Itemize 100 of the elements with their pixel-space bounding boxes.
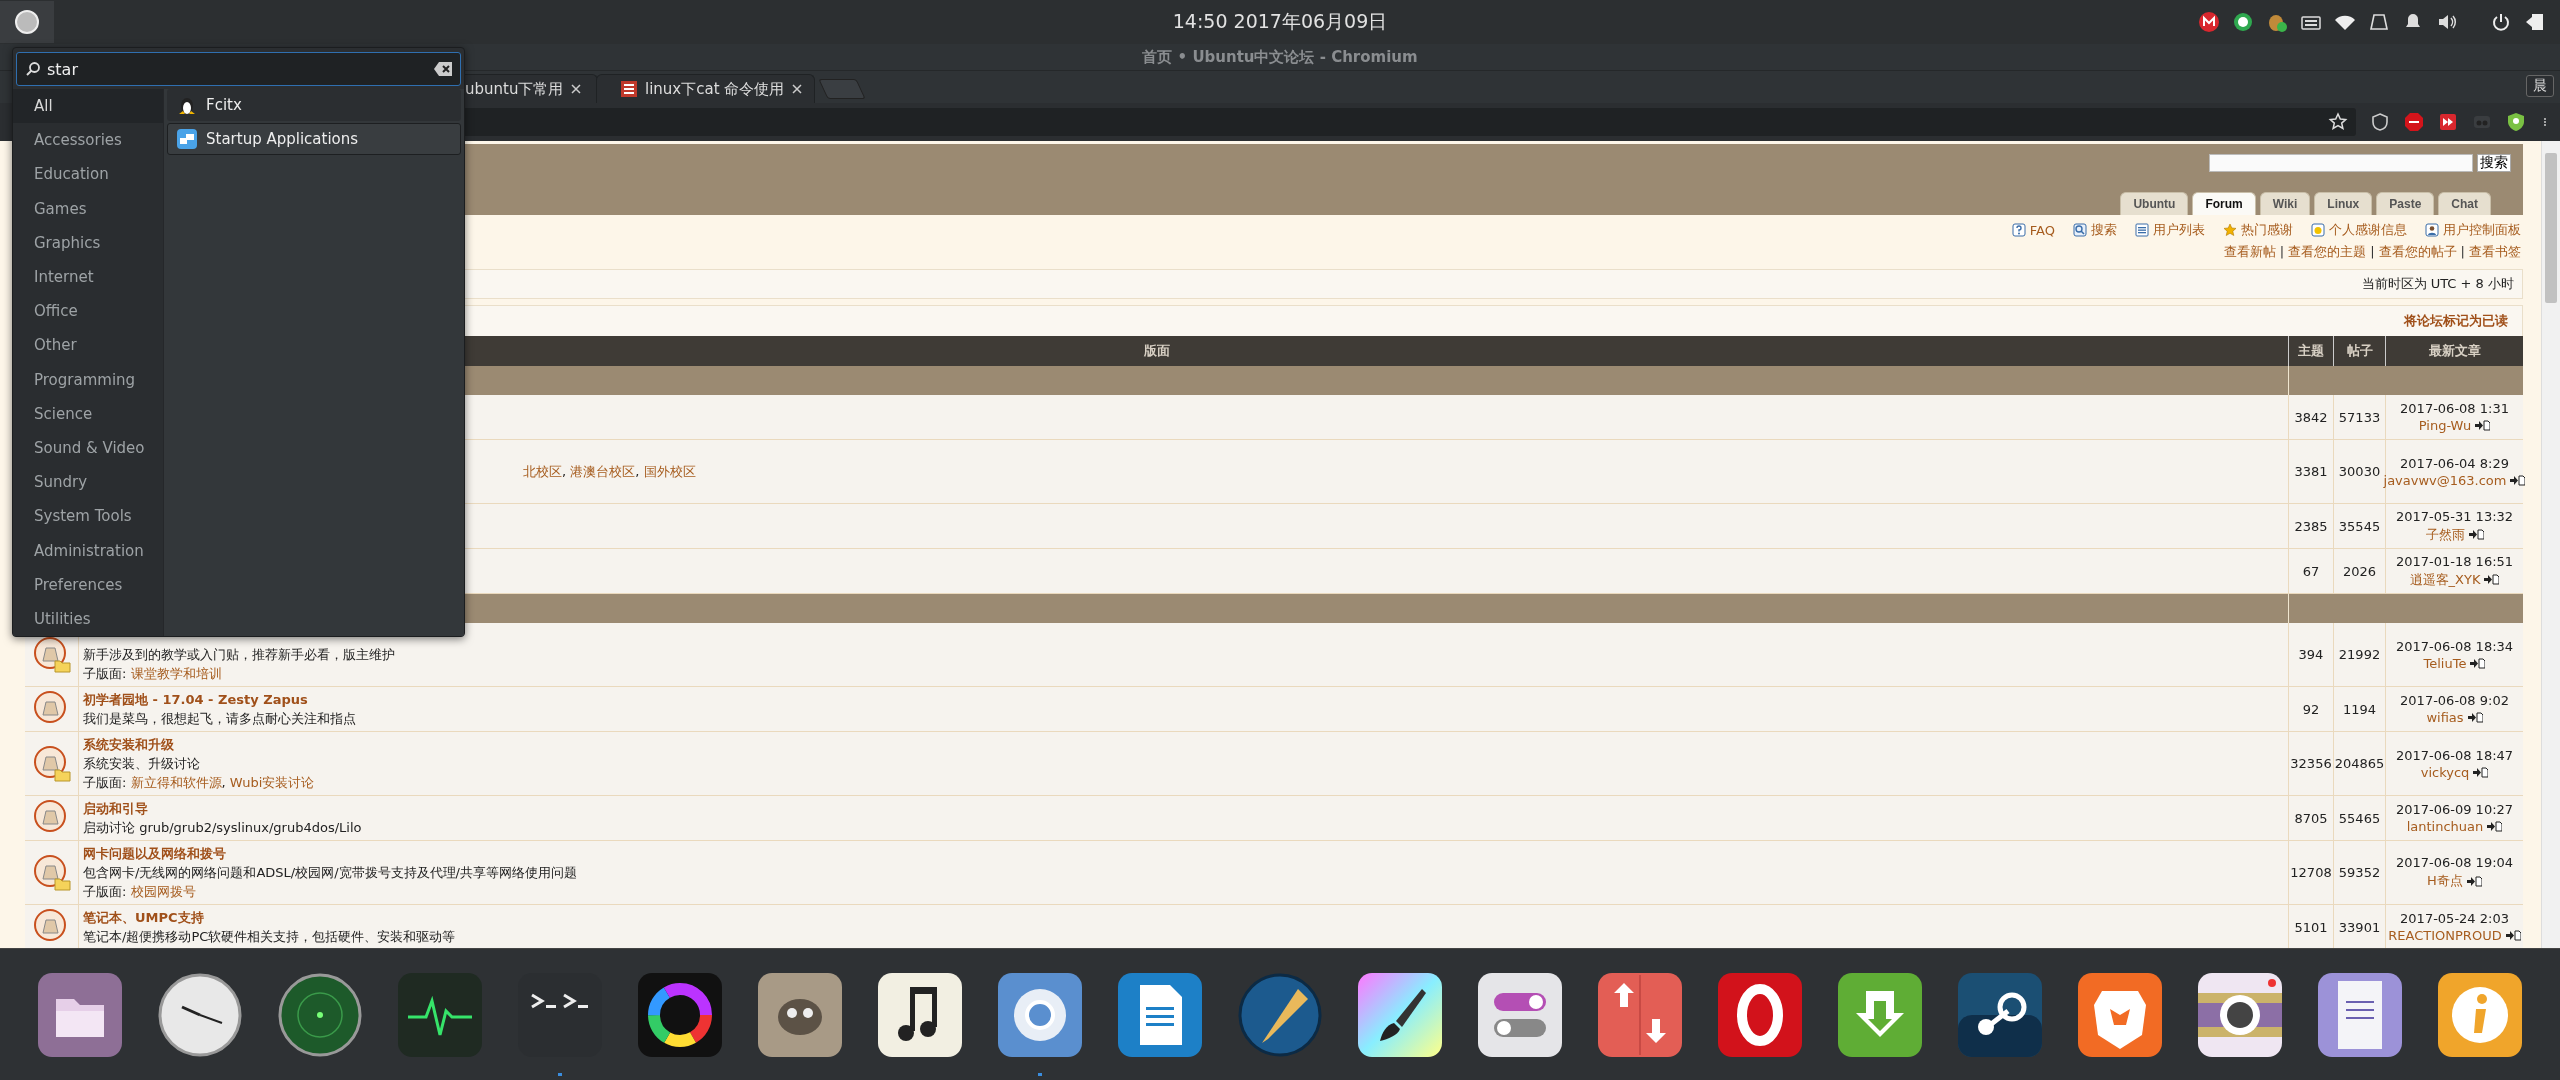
scrollbar[interactable] <box>2541 141 2560 948</box>
go-to-post-icon[interactable] <box>2473 766 2489 778</box>
forum-title[interactable]: 启动和引导 <box>83 801 148 816</box>
go-to-post-icon[interactable] <box>2466 875 2482 887</box>
site-tab[interactable]: Chat <box>2438 192 2491 215</box>
author-link[interactable]: javavwv@163.com <box>2383 472 2507 488</box>
nav-link[interactable]: 用户列表 <box>2153 221 2205 239</box>
go-to-post-icon[interactable] <box>2468 529 2484 540</box>
category-item[interactable]: Accessories <box>13 123 163 158</box>
opera-icon[interactable] <box>1716 971 1804 1059</box>
go-to-post-icon[interactable] <box>2467 712 2483 723</box>
search-button[interactable]: 搜索 <box>2477 154 2511 172</box>
go-to-post-icon[interactable] <box>2475 420 2491 431</box>
user-link[interactable]: 查看书签 <box>2469 243 2521 261</box>
author-link[interactable]: wifias <box>2426 710 2464 725</box>
category-item[interactable]: Administration <box>13 533 163 568</box>
updown-icon[interactable] <box>1596 971 1684 1059</box>
profile-button[interactable]: 晨 <box>2526 75 2554 97</box>
browser-tab[interactable]: linux下cat 命令使用 <box>596 74 816 103</box>
site-tab[interactable]: Ubuntu <box>2120 192 2189 215</box>
cloud-storage-icon[interactable] <box>2198 11 2220 33</box>
user-link[interactable]: 查看新帖 <box>2223 243 2276 261</box>
user-link[interactable]: 查看您的主题 <box>2288 243 2367 261</box>
app-result[interactable]: Fcitx <box>167 89 461 121</box>
category-item[interactable]: Science <box>13 396 163 431</box>
mark-read-link[interactable]: 将论坛标记为已读 <box>2404 313 2508 328</box>
category-item[interactable]: Education <box>13 157 163 192</box>
vpn-shield-icon[interactable] <box>2506 112 2526 132</box>
download-icon[interactable] <box>1836 971 1924 1059</box>
files-icon[interactable] <box>36 971 124 1059</box>
logout-icon[interactable] <box>2524 11 2546 33</box>
drive-icon[interactable] <box>2368 11 2390 33</box>
search-field[interactable] <box>2209 154 2473 172</box>
go-to-post-icon[interactable] <box>2510 474 2526 486</box>
subforum-link[interactable]: 北校区 <box>523 463 562 480</box>
author-link[interactable]: REACTIONPROUD <box>2388 928 2502 943</box>
colorwheel-icon[interactable] <box>636 971 724 1059</box>
category-item[interactable]: Sundry <box>13 465 163 500</box>
steam-icon[interactable] <box>1956 971 2044 1059</box>
clock-icon[interactable] <box>156 971 244 1059</box>
close-icon[interactable] <box>571 84 582 94</box>
radar-icon[interactable] <box>276 971 364 1059</box>
close-icon[interactable] <box>792 84 803 94</box>
site-tab[interactable]: Forum <box>2192 192 2256 215</box>
pen-icon[interactable] <box>1236 971 1324 1059</box>
go-to-post-icon[interactable] <box>2470 657 2486 669</box>
forum-title[interactable]: 系统安装和升级 <box>83 737 174 752</box>
forum-title[interactable]: 笔记本、UMPC支持 <box>83 910 204 925</box>
category-item[interactable]: Games <box>13 191 163 226</box>
power-icon[interactable] <box>2490 11 2512 33</box>
notes-icon[interactable] <box>2316 971 2404 1059</box>
search-box[interactable]: star <box>16 52 461 86</box>
nav-link[interactable]: 热门感谢 <box>2241 221 2293 239</box>
author-link[interactable]: vickycq <box>2420 764 2470 780</box>
site-tab[interactable]: Wiki <box>2259 192 2311 215</box>
camera-icon[interactable] <box>2196 971 2284 1059</box>
category-item[interactable]: All <box>13 89 163 124</box>
subforum-link[interactable]: Wubi安装讨论 <box>229 774 315 791</box>
author-link[interactable]: lantinchuan <box>2406 819 2484 834</box>
subforum-link[interactable]: 国外校区 <box>643 463 696 480</box>
category-item[interactable]: Utilities <box>13 601 163 636</box>
author-link[interactable]: TeliuTe <box>2423 655 2467 671</box>
user-link[interactable]: 查看您的帖子 <box>2378 243 2457 261</box>
clear-icon[interactable] <box>434 62 452 76</box>
category-item[interactable]: System Tools <box>13 499 163 534</box>
paint-icon[interactable] <box>1356 971 1444 1059</box>
nav-link[interactable]: 个人感谢信息 <box>2329 221 2407 239</box>
toggles-icon[interactable] <box>1476 971 1564 1059</box>
writer-icon[interactable] <box>1116 971 1204 1059</box>
music-icon[interactable] <box>876 971 964 1059</box>
site-tab[interactable]: Paste <box>2376 192 2435 215</box>
forum-title[interactable]: 网卡问题以及网络和拨号 <box>83 846 226 861</box>
info-icon[interactable] <box>2436 971 2524 1059</box>
author-link[interactable]: Ping-Wu <box>2418 418 2472 433</box>
search-field[interactable]: star <box>47 59 428 79</box>
app-result[interactable]: Startup Applications <box>167 123 461 155</box>
go-to-post-icon[interactable] <box>2505 930 2521 941</box>
lion-icon[interactable] <box>2076 971 2164 1059</box>
author-link[interactable]: H奇点 <box>2427 872 2463 890</box>
category-item[interactable]: Office <box>13 294 163 329</box>
monitor-icon[interactable] <box>396 971 484 1059</box>
bookmark-star-icon[interactable] <box>2328 112 2348 132</box>
category-item[interactable]: Graphics <box>13 225 163 260</box>
category-item[interactable]: Sound & Video <box>13 430 163 466</box>
subforum-link[interactable]: 新立得和软件源 <box>130 774 222 791</box>
chromium-icon[interactable] <box>996 971 1084 1059</box>
forum-title[interactable]: 初学者园地 - 17.04 - Zesty Zapus <box>83 692 308 707</box>
nav-link[interactable]: 搜索 <box>2091 221 2117 239</box>
sync-icon[interactable] <box>2232 11 2254 33</box>
shield-icon[interactable] <box>2370 112 2390 132</box>
gimp-icon[interactable] <box>756 971 844 1059</box>
go-to-post-icon[interactable] <box>2484 574 2500 585</box>
category-item[interactable]: Preferences <box>13 567 163 602</box>
nav-link[interactable]: 用户控制面板 <box>2443 221 2521 239</box>
subforum-link[interactable]: 校园网拨号 <box>130 883 196 900</box>
forward-icon[interactable] <box>2438 112 2458 132</box>
go-to-post-icon[interactable] <box>2487 821 2503 832</box>
site-tab[interactable]: Linux <box>2314 192 2373 215</box>
subforum-link[interactable]: 课堂教学和培训 <box>130 665 222 682</box>
clock[interactable]: 14:50 2017年06月09日 <box>1172 9 1388 35</box>
